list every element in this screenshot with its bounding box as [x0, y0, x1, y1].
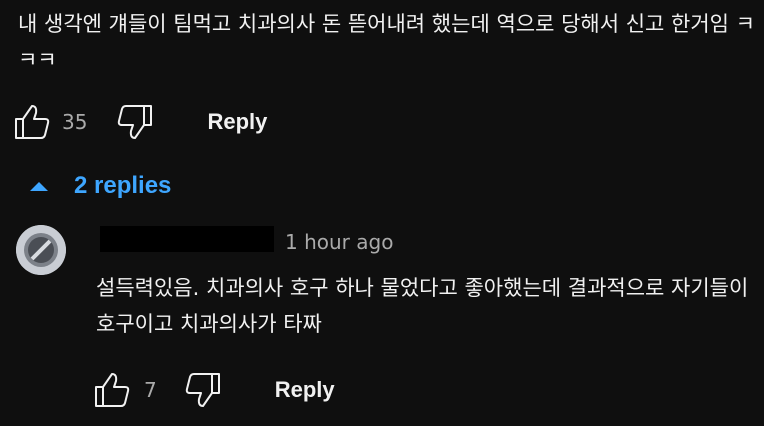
thumbs-up-icon — [15, 105, 50, 139]
author-name[interactable] — [100, 226, 274, 252]
comment-text: 내 생각엔 걔들이 팀먹고 치과의사 돈 뜯어내려 했는데 역으로 당해서 신고… — [18, 12, 755, 72]
reply-button[interactable]: Reply — [207, 109, 267, 135]
reply-actions: 7 Reply — [92, 370, 335, 410]
reply-text: 설득력있음. 치과의사 호구 하나 물었다고 좋아했는데 결과적으로 자기들이 … — [96, 276, 749, 336]
dislike-button[interactable] — [115, 102, 155, 142]
thumbs-down-icon — [118, 105, 153, 139]
thumbs-up-icon — [95, 373, 130, 407]
replies-toggle[interactable]: 2 replies — [28, 172, 171, 200]
avatar[interactable] — [16, 225, 66, 275]
reply-dislike-button[interactable] — [183, 370, 223, 410]
reply-timestamp[interactable]: 1 hour ago — [285, 230, 393, 254]
comment-actions: 35 Reply — [12, 102, 267, 142]
reply-like-count: 7 — [144, 378, 157, 402]
reply-reply-button[interactable]: Reply — [275, 377, 335, 403]
replies-toggle-label: 2 replies — [74, 172, 172, 199]
caret-up-icon — [30, 182, 48, 191]
like-count: 35 — [62, 110, 88, 134]
reply-like-button[interactable] — [92, 370, 132, 410]
thumbs-down-icon — [185, 373, 220, 407]
avatar-image — [16, 225, 66, 275]
like-button[interactable] — [12, 102, 52, 142]
